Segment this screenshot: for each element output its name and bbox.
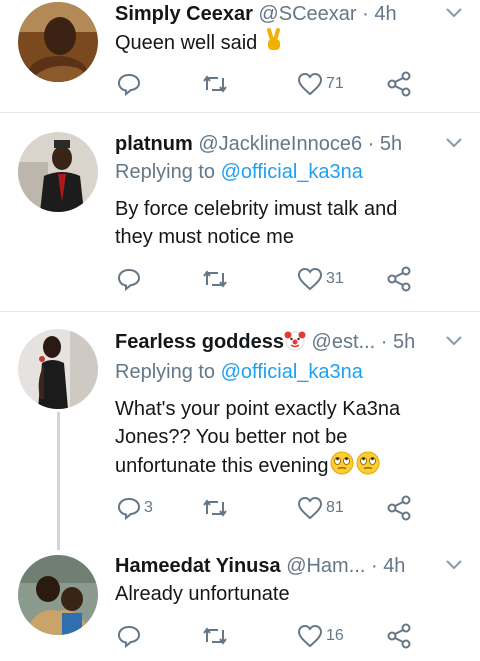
user-handle[interactable]: @SCeexar: [258, 3, 356, 25]
like-button[interactable]: 16: [297, 621, 344, 651]
tweet-4[interactable]: Hameedat Yinusa @Ham... · 4h Already unf…: [0, 542, 480, 661]
heart-icon: [297, 72, 323, 96]
user-handle[interactable]: @est...: [312, 331, 376, 353]
display-name[interactable]: Fearless goddess: [115, 331, 284, 353]
tweet-text: What's your point exactly Ka3na Jones?? …: [115, 395, 450, 480]
reply-icon: [117, 268, 141, 291]
display-name[interactable]: Hameedat Yinusa: [115, 555, 281, 577]
tweet-1[interactable]: Simply Ceexar @SCeexar · 4h Queen well s…: [0, 0, 480, 112]
heart-icon: [297, 267, 323, 291]
retweet-button[interactable]: [201, 621, 229, 651]
tweet-text-line: What's your point exactly Ka3na: [115, 398, 401, 420]
chevron-down-icon[interactable]: [444, 136, 464, 150]
separator-dot: ·: [367, 133, 375, 155]
replying-to: Replying to @official_ka3na: [115, 158, 363, 186]
share-button[interactable]: [386, 264, 412, 294]
share-icon: [387, 266, 411, 292]
tweet-header: Simply Ceexar @SCeexar · 4h: [115, 0, 466, 28]
heart-icon: [297, 496, 323, 520]
reply-icon: [117, 497, 141, 520]
timestamp[interactable]: 5h: [393, 331, 415, 353]
tweet-header: Hameedat Yinusa @Ham... · 4h: [115, 552, 466, 580]
eye-roll-face-icon: [330, 451, 353, 475]
reply-mention-link[interactable]: @official_ka3na: [221, 161, 363, 183]
reply-button[interactable]: [117, 621, 144, 651]
tweet-text-line: they must notice me: [115, 226, 294, 248]
tweet-text-line: Jones?? You better not be: [115, 426, 348, 448]
avatar[interactable]: [18, 329, 98, 409]
like-count: 16: [326, 627, 344, 644]
tweet-text-line-wrapper: unfortunate this evening: [115, 451, 450, 480]
reply-count: 3: [144, 499, 153, 516]
retweet-icon: [203, 75, 227, 93]
tweet-text: Queen well said: [115, 28, 450, 57]
display-name[interactable]: platnum: [115, 133, 193, 155]
like-button[interactable]: 81: [297, 493, 344, 523]
reply-icon: [117, 73, 141, 96]
separator-dot: ·: [380, 331, 388, 353]
action-bar: 31: [0, 264, 480, 294]
share-button[interactable]: [386, 69, 412, 99]
share-icon: [387, 71, 411, 97]
action-bar: 3 81: [0, 493, 480, 523]
like-count: 81: [326, 499, 344, 516]
display-name[interactable]: Simply Ceexar: [115, 3, 253, 25]
separator-dot: ·: [370, 555, 378, 577]
share-button[interactable]: [386, 493, 412, 523]
reply-mention-link[interactable]: @official_ka3na: [221, 361, 363, 383]
user-handle[interactable]: @JacklineInnoce6: [198, 133, 362, 155]
reply-button[interactable]: 3: [117, 493, 153, 523]
reply-button[interactable]: [117, 69, 144, 99]
chevron-down-icon[interactable]: [444, 334, 464, 348]
chevron-down-icon[interactable]: [444, 6, 464, 20]
action-bar: 71: [0, 69, 480, 99]
tweet-text: Already unfortunate: [115, 580, 450, 608]
chevron-down-icon[interactable]: [444, 558, 464, 572]
tweet-text-content: Queen well said: [115, 32, 258, 54]
retweet-icon: [203, 627, 227, 645]
like-count: 71: [326, 75, 344, 92]
reply-icon: [117, 625, 141, 648]
separator-dot: ·: [362, 3, 369, 25]
eye-roll-face-icon: [356, 451, 379, 475]
clown-face-icon: [284, 331, 306, 351]
tweet-2[interactable]: platnum @JacklineInnoce6 · 5h Replying t…: [0, 113, 480, 311]
replying-to-label: Replying to: [115, 161, 216, 183]
share-icon: [387, 623, 411, 649]
avatar[interactable]: [18, 132, 98, 212]
retweet-button[interactable]: [201, 264, 229, 294]
retweet-icon: [203, 499, 227, 517]
timestamp[interactable]: 4h: [383, 555, 405, 577]
action-bar: 16: [0, 621, 480, 651]
retweet-button[interactable]: [201, 69, 229, 99]
timestamp[interactable]: 5h: [380, 133, 402, 155]
tweet-text-content: Already unfortunate: [115, 583, 290, 605]
share-icon: [387, 495, 411, 521]
tweet-header: Fearless goddess @est... · 5h: [115, 328, 466, 356]
like-button[interactable]: 71: [297, 69, 344, 99]
tweet-text: By force celebrity imust talk and they m…: [115, 195, 450, 251]
replying-to-label: Replying to: [115, 361, 216, 383]
like-count: 31: [326, 270, 344, 287]
victory-hand-icon: [266, 28, 280, 50]
like-button[interactable]: 31: [297, 264, 344, 294]
tweet-3[interactable]: Fearless goddess @est... · 5h Replying t…: [0, 312, 480, 542]
heart-icon: [297, 624, 323, 648]
tweet-header: platnum @JacklineInnoce6 · 5h: [115, 130, 466, 158]
retweet-icon: [203, 270, 227, 288]
tweet-text-line: unfortunate this evening: [115, 455, 329, 477]
user-handle[interactable]: @Ham...: [286, 555, 365, 577]
timestamp[interactable]: 4h: [374, 3, 396, 25]
reply-button[interactable]: [117, 264, 144, 294]
share-button[interactable]: [386, 621, 412, 651]
retweet-button[interactable]: [201, 493, 229, 523]
tweet-text-line: By force celebrity imust talk and: [115, 198, 398, 220]
replying-to: Replying to @official_ka3na: [115, 358, 363, 386]
